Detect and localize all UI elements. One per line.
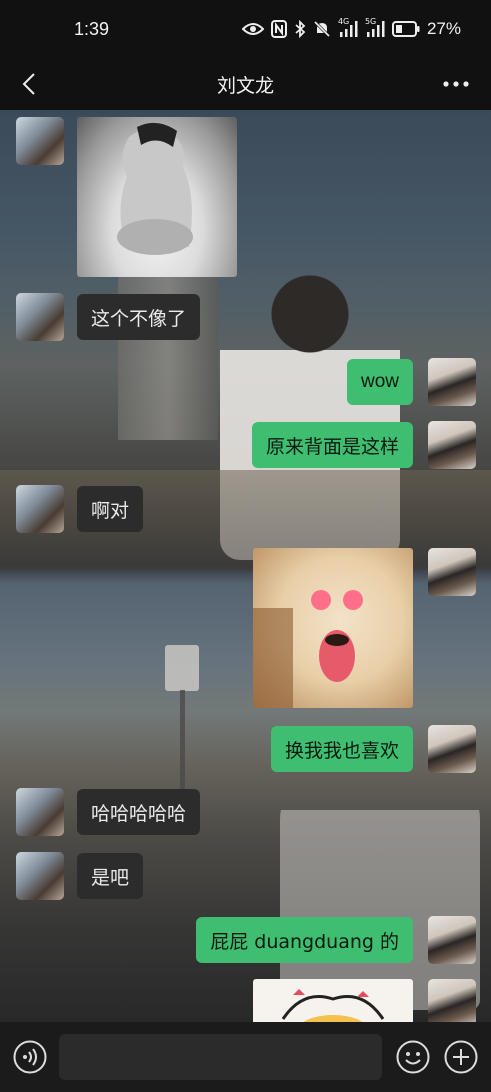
dog-sticker-image (253, 590, 363, 708)
wallpaper-person-2 (280, 760, 480, 1010)
emoji-button[interactable] (396, 1040, 430, 1074)
more-dots-icon (443, 81, 469, 87)
battery-percent: 27% (426, 19, 461, 38)
sticker-message-cartoon[interactable] (253, 979, 413, 1022)
self-avatar[interactable] (428, 358, 476, 406)
contact-avatar[interactable] (16, 117, 64, 165)
self-avatar[interactable] (428, 548, 476, 596)
message-bubble-left[interactable]: 哈哈哈哈哈 (77, 789, 201, 835)
more-functions-button[interactable] (444, 1040, 478, 1074)
nfc-icon (270, 20, 287, 38)
self-avatar[interactable] (428, 725, 476, 773)
voice-button[interactable] (13, 1040, 47, 1074)
message-input[interactable] (59, 1034, 382, 1080)
contact-avatar[interactable] (16, 485, 64, 533)
message-bubble-right[interactable]: 原来背面是这样 (251, 422, 413, 468)
signal-5g-icon: 5G (365, 17, 385, 37)
photo-figure (117, 122, 193, 255)
status-time: 1:39 (74, 18, 110, 39)
emoji-icon (396, 1040, 430, 1074)
sticker-message-dog[interactable] (253, 548, 413, 708)
mute-icon (313, 20, 331, 38)
wallpaper-sign (165, 645, 199, 691)
contact-avatar[interactable] (16, 293, 64, 341)
cartoon-sticker-image (281, 989, 385, 1022)
battery-icon (391, 21, 420, 37)
message-bubble-left[interactable]: 是吧 (77, 853, 144, 899)
bluetooth-icon (295, 20, 306, 38)
voice-icon (13, 1040, 47, 1074)
status-bar: 1:39 4G 5G 27% (0, 0, 491, 58)
chat-area[interactable]: 这个不像了 wow 原来背面是这样 啊对 换我我也喜欢 哈哈哈哈哈 是吧 屁屁 … (0, 110, 491, 1022)
chat-header: 刘文龙 (0, 58, 491, 110)
chevron-left-icon (22, 73, 35, 95)
self-avatar[interactable] (428, 979, 476, 1022)
message-bubble-right[interactable]: 换我我也喜欢 (270, 726, 413, 772)
input-bar (0, 1022, 491, 1092)
message-bubble-left[interactable]: 啊对 (77, 486, 144, 532)
more-button[interactable] (439, 70, 473, 98)
signal-4g-icon: 4G (338, 17, 358, 37)
image-message-photo[interactable] (77, 117, 237, 277)
plus-icon (444, 1040, 478, 1074)
contact-avatar[interactable] (16, 788, 64, 836)
message-bubble-right[interactable]: 屁屁 duangduang 的 (196, 917, 413, 963)
self-avatar[interactable] (428, 916, 476, 964)
message-bubble-right[interactable]: wow (346, 359, 413, 405)
chat-title: 刘文龙 (216, 74, 274, 97)
eye-icon (241, 23, 264, 35)
message-bubble-left[interactable]: 这个不像了 (77, 294, 201, 340)
status-icons: 4G 5G 27% (241, 17, 461, 39)
self-avatar[interactable] (428, 421, 476, 469)
wallpaper-rocks (0, 470, 491, 570)
wallpaper-sign-post (180, 690, 185, 790)
back-button[interactable] (14, 68, 44, 100)
contact-avatar[interactable] (16, 852, 64, 900)
